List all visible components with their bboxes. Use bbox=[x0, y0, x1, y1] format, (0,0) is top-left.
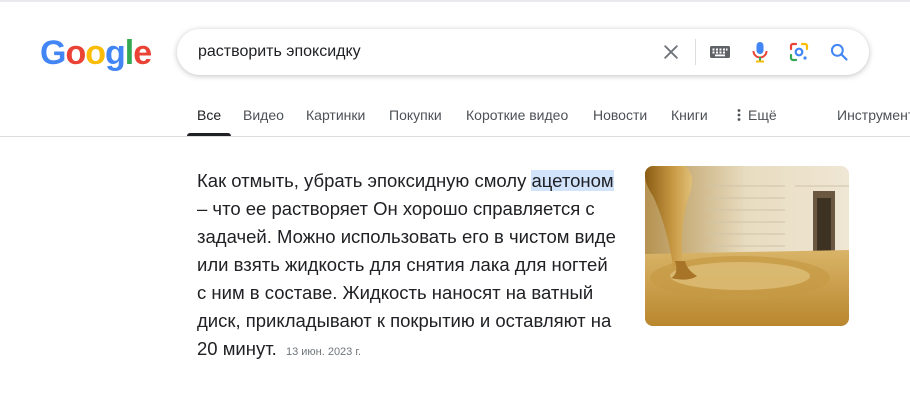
search-input[interactable]: растворить эпоксидку bbox=[198, 43, 361, 61]
google-lens-icon[interactable] bbox=[787, 40, 811, 64]
tab-tools[interactable]: Инструменты bbox=[837, 107, 910, 123]
top-divider bbox=[0, 0, 910, 2]
tabs-divider bbox=[0, 136, 910, 137]
tab-news[interactable]: Новости bbox=[593, 107, 647, 123]
snippet-date: 13 июн. 2023 г. bbox=[285, 346, 362, 358]
microphone-icon[interactable] bbox=[748, 40, 772, 64]
google-logo[interactable]: Google bbox=[40, 34, 152, 72]
logo-letter: G bbox=[40, 34, 66, 72]
logo-letter: o bbox=[65, 34, 86, 72]
featured-snippet: Как отмыть, убрать эпоксидную смолу ацет… bbox=[197, 167, 617, 366]
tab-images[interactable]: Картинки bbox=[306, 107, 365, 123]
tab-more[interactable]: Ещё bbox=[736, 107, 777, 123]
snippet-thumbnail[interactable] bbox=[645, 166, 849, 326]
tab-shopping[interactable]: Покупки bbox=[389, 107, 442, 123]
more-vert-icon bbox=[737, 109, 741, 121]
snippet-highlight: ацетоном bbox=[531, 170, 614, 191]
tab-more-label: Ещё bbox=[748, 107, 777, 123]
tab-books[interactable]: Книги bbox=[671, 107, 708, 123]
tab-video[interactable]: Видео bbox=[243, 107, 284, 123]
tab-all[interactable]: Все bbox=[197, 107, 221, 123]
search-divider bbox=[695, 39, 696, 65]
snippet-text-body: – что ее растворяет Он хорошо справляетс… bbox=[197, 198, 616, 359]
logo-letter: g bbox=[105, 34, 126, 72]
tab-short-videos[interactable]: Короткие видео bbox=[466, 107, 568, 123]
logo-letter: e bbox=[133, 34, 152, 72]
logo-letter: o bbox=[85, 34, 106, 72]
logo-letter: l bbox=[124, 34, 135, 72]
snippet-text-start: Как отмыть, убрать эпоксидную смолу bbox=[197, 170, 527, 191]
keyboard-icon[interactable] bbox=[708, 40, 732, 64]
search-icon[interactable] bbox=[827, 40, 851, 64]
search-tabs: Все Видео Картинки Покупки Короткие виде… bbox=[0, 97, 910, 137]
close-icon[interactable] bbox=[659, 40, 683, 64]
search-box[interactable]: растворить эпоксидку bbox=[177, 29, 869, 75]
